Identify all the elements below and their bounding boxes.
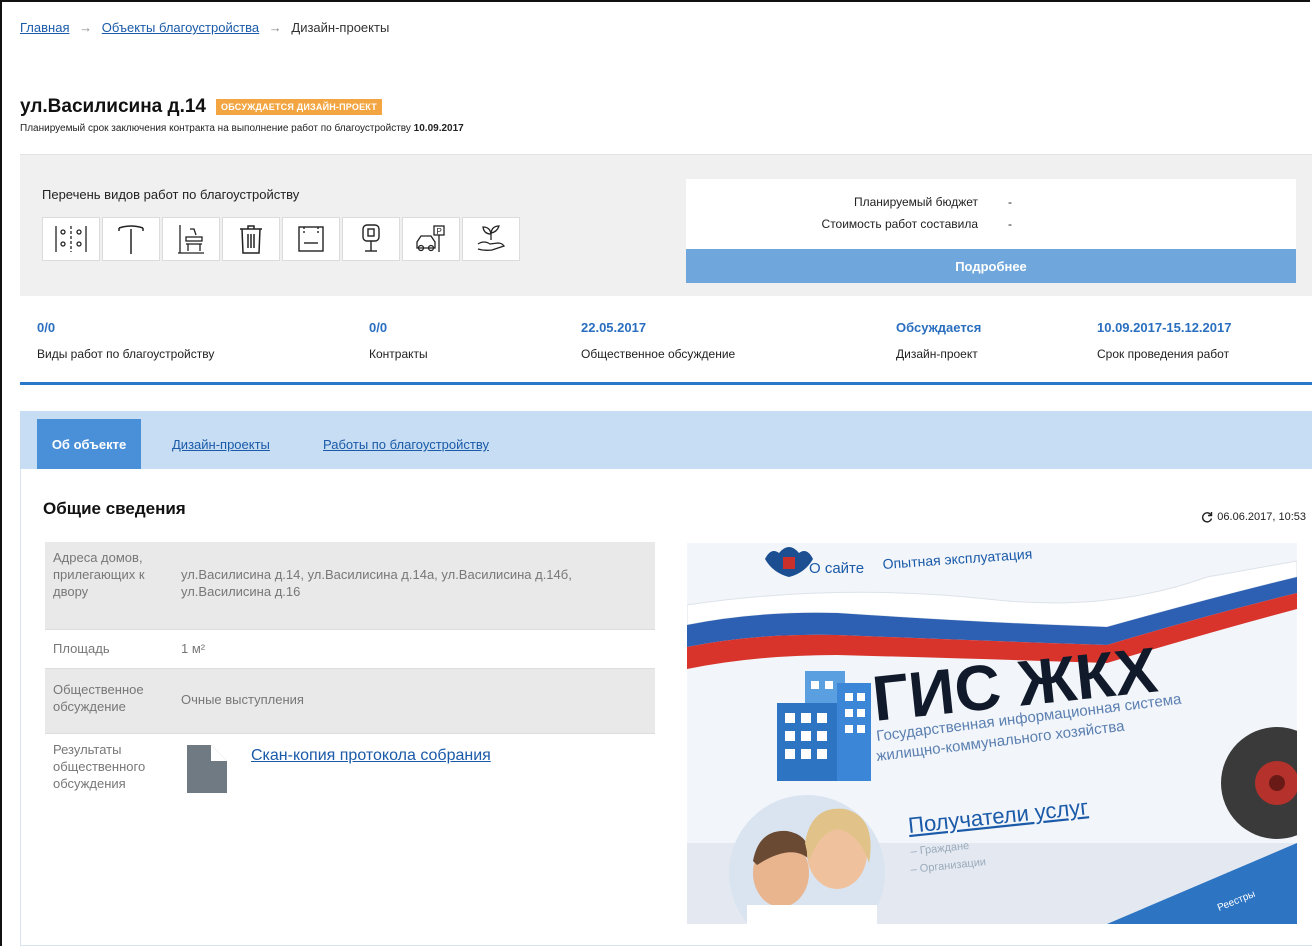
stat-label: Общественное обсуждение (581, 347, 736, 361)
bench-icon[interactable] (162, 217, 220, 261)
parking-sign-icon[interactable] (342, 217, 400, 261)
breadcrumb-link-objects[interactable]: Объекты благоустройства (102, 20, 259, 35)
info-key: Площадь (53, 641, 110, 656)
contract-deadline-text: Планируемый срок заключения контракта на… (20, 123, 411, 134)
document-icon[interactable] (187, 745, 227, 793)
stat-work-period: 10.09.2017-15.12.2017 Срок проведения ра… (1097, 320, 1231, 361)
info-key: Общественное обсуждение (53, 682, 144, 714)
protocol-document: Скан-копия протокола собрания (187, 741, 649, 793)
planned-budget-label: Планируемый бюджет (853, 195, 978, 209)
svg-text:P: P (437, 227, 442, 236)
protocol-scan-link[interactable]: Скан-копия протокола собрания (251, 747, 491, 764)
stat-value: Обсуждается (896, 320, 982, 335)
info-row-area: Площадь 1 м² (45, 630, 655, 668)
stat-label: Виды работ по благоустройству (37, 347, 215, 361)
breadcrumb-current: Дизайн-проекты (291, 20, 390, 35)
stat-label: Контракты (369, 347, 428, 361)
budget-box: Планируемый бюджет - Стоимость работ сос… (686, 179, 1296, 283)
info-row-discussion: Общественное обсуждение Очные выступлени… (45, 669, 655, 733)
breadcrumb-separator: → (268, 20, 282, 35)
content-box: Общие сведения 06.06.2017, 10:53 Адреса … (20, 469, 1312, 946)
photo-illustration: О сайте Опытная эксплуатация ГИС ЖКХ Гос… (687, 543, 1297, 924)
stat-label: Дизайн-проект (896, 347, 978, 361)
playground-icon[interactable] (282, 217, 340, 261)
page-title: ул.Василисина д.14 (20, 96, 206, 117)
title-row: ул.Василисина д.14 ОБСУЖДАЕТСЯ ДИЗАЙН-ПР… (20, 96, 382, 118)
lighting-grid-icon[interactable] (42, 217, 100, 261)
info-value: ул.Василисина д.14, ул.Василисина д.14а,… (181, 567, 572, 599)
info-key: Адреса домов, прилегающих к двору (53, 550, 145, 599)
tab-about-object[interactable]: Об объекте (37, 419, 141, 469)
section-title: Общие сведения (43, 499, 186, 518)
info-row-addresses: Адреса домов, прилегающих к двору ул.Вас… (45, 542, 655, 629)
stat-value: 0/0 (37, 320, 56, 335)
cost-label: Стоимость работ составила (821, 217, 978, 231)
info-table: Адреса домов, прилегающих к двору ул.Вас… (45, 542, 655, 814)
street-lamp-icon[interactable] (102, 217, 160, 261)
tabs-bar: Об объекте Дизайн-проекты Работы по благ… (20, 411, 1312, 469)
info-value: 1 м² (181, 641, 206, 656)
stat-label: Срок проведения работ (1097, 347, 1230, 361)
photo-nav-about: О сайте (809, 560, 864, 577)
trash-bin-icon[interactable] (222, 217, 280, 261)
info-value: Очные выступления (181, 692, 304, 707)
stat-contracts: 0/0 Контракты (369, 320, 428, 361)
greening-plant-icon[interactable] (462, 217, 520, 261)
car-parking-icon[interactable]: P (402, 217, 460, 261)
contract-deadline: Планируемый срок заключения контракта на… (20, 123, 464, 134)
stat-value: 0/0 (369, 320, 388, 335)
info-key: Результаты общественного обсуждения (53, 742, 146, 791)
stat-design-project: Обсуждается Дизайн-проект (896, 320, 981, 361)
stat-value: 10.09.2017-15.12.2017 (1097, 320, 1232, 335)
stat-public-discussion: 22.05.2017 Общественное обсуждение (581, 320, 735, 361)
planned-budget-value: - (1008, 195, 1012, 209)
works-panel: Перечень видов работ по благоустройству (20, 154, 1312, 296)
info-row-results: Результаты общественного обсуждения Скан… (45, 734, 655, 814)
updated-timestamp: 06.06.2017, 10:53 (1201, 511, 1306, 523)
more-details-button[interactable]: Подробнее (686, 249, 1296, 283)
info-value: Скан-копия протокола собрания (175, 734, 655, 814)
updated-time: 06.06.2017, 10:53 (1217, 511, 1306, 523)
tab-design-projects[interactable]: Дизайн-проекты (172, 437, 270, 452)
breadcrumb: Главная → Объекты благоустройства → Диза… (20, 20, 389, 35)
refresh-icon[interactable] (1201, 511, 1213, 523)
breadcrumb-separator: → (79, 20, 93, 35)
stat-work-types: 0/0 Виды работ по благоустройству (37, 320, 214, 361)
breadcrumb-link-home[interactable]: Главная (20, 20, 69, 35)
work-icons: P (42, 217, 520, 261)
stat-value: 22.05.2017 (581, 320, 647, 335)
status-badge: ОБСУЖДАЕТСЯ ДИЗАЙН-ПРОЕКТ (216, 99, 382, 115)
object-photo: О сайте Опытная эксплуатация ГИС ЖКХ Гос… (687, 543, 1297, 924)
works-list-label: Перечень видов работ по благоустройству (42, 187, 300, 202)
cost-value: - (1008, 217, 1012, 231)
contract-deadline-date: 10.09.2017 (413, 123, 464, 134)
tab-landscaping-works[interactable]: Работы по благоустройству (323, 437, 489, 452)
stats-divider (20, 382, 1312, 385)
